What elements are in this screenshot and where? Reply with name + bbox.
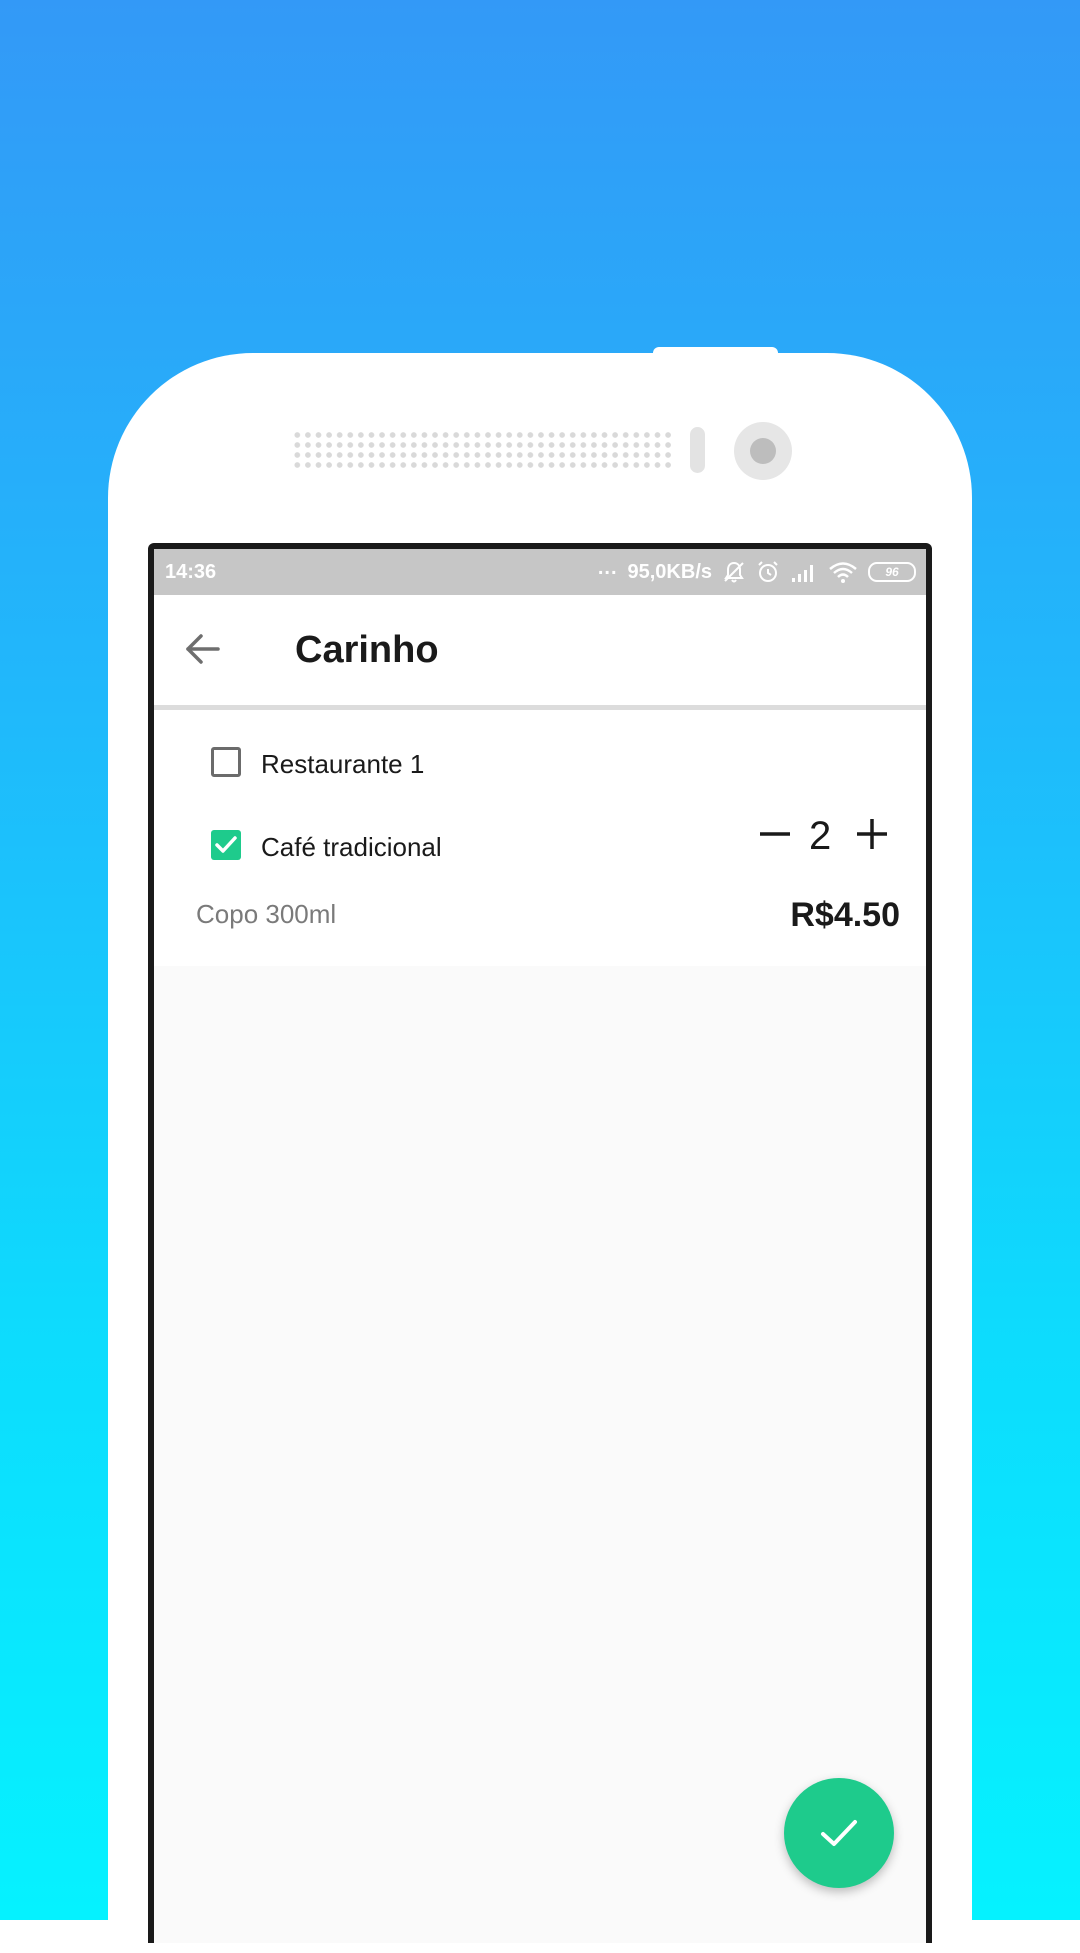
status-icons: ... 95,0KB/s 96 bbox=[598, 557, 916, 587]
check-icon bbox=[215, 836, 237, 853]
app-bar: Carinho bbox=[154, 595, 926, 710]
status-time: 14:36 bbox=[165, 561, 217, 583]
alarm-icon bbox=[758, 561, 778, 582]
phone-top-button bbox=[653, 347, 778, 361]
restaurant-checkbox[interactable] bbox=[211, 747, 241, 777]
bell-off-icon bbox=[724, 561, 744, 583]
battery-icon: 96 bbox=[868, 562, 916, 582]
status-bar: 14:36 ... 95,0KB/s 96 bbox=[154, 549, 926, 595]
item-checkbox[interactable] bbox=[211, 830, 241, 860]
page-title: Carinho bbox=[295, 629, 439, 671]
phone-camera bbox=[734, 422, 792, 480]
arrow-left-icon[interactable] bbox=[182, 628, 224, 670]
minus-icon[interactable] bbox=[757, 816, 793, 852]
battery-level: 96 bbox=[885, 565, 899, 579]
phone-speaker-grille bbox=[292, 430, 674, 470]
network-speed: 95,0KB/s bbox=[627, 560, 713, 583]
cart-card: Restaurante 1 Café tradicional 2 Copo 30… bbox=[154, 710, 926, 966]
item-description: Copo 300ml bbox=[196, 899, 337, 929]
wifi-icon bbox=[829, 562, 857, 583]
app-screen: 14:36 ... 95,0KB/s 96 Carinho Restaurant… bbox=[154, 549, 926, 1943]
phone-sensor bbox=[690, 427, 705, 473]
signal-icon bbox=[792, 565, 813, 582]
restaurant-label: Restaurante 1 bbox=[261, 749, 425, 779]
status-dots: ... bbox=[597, 556, 618, 579]
phone-screen: 14:36 ... 95,0KB/s 96 Carinho Restaurant… bbox=[148, 543, 932, 1943]
item-price: R$4.50 bbox=[790, 896, 900, 934]
check-icon bbox=[821, 1820, 857, 1846]
item-name: Café tradicional bbox=[261, 832, 442, 862]
confirm-order-button[interactable] bbox=[784, 1778, 894, 1888]
quantity-value: 2 bbox=[809, 814, 832, 858]
camera-lens bbox=[750, 438, 776, 464]
plus-icon[interactable] bbox=[854, 816, 890, 852]
